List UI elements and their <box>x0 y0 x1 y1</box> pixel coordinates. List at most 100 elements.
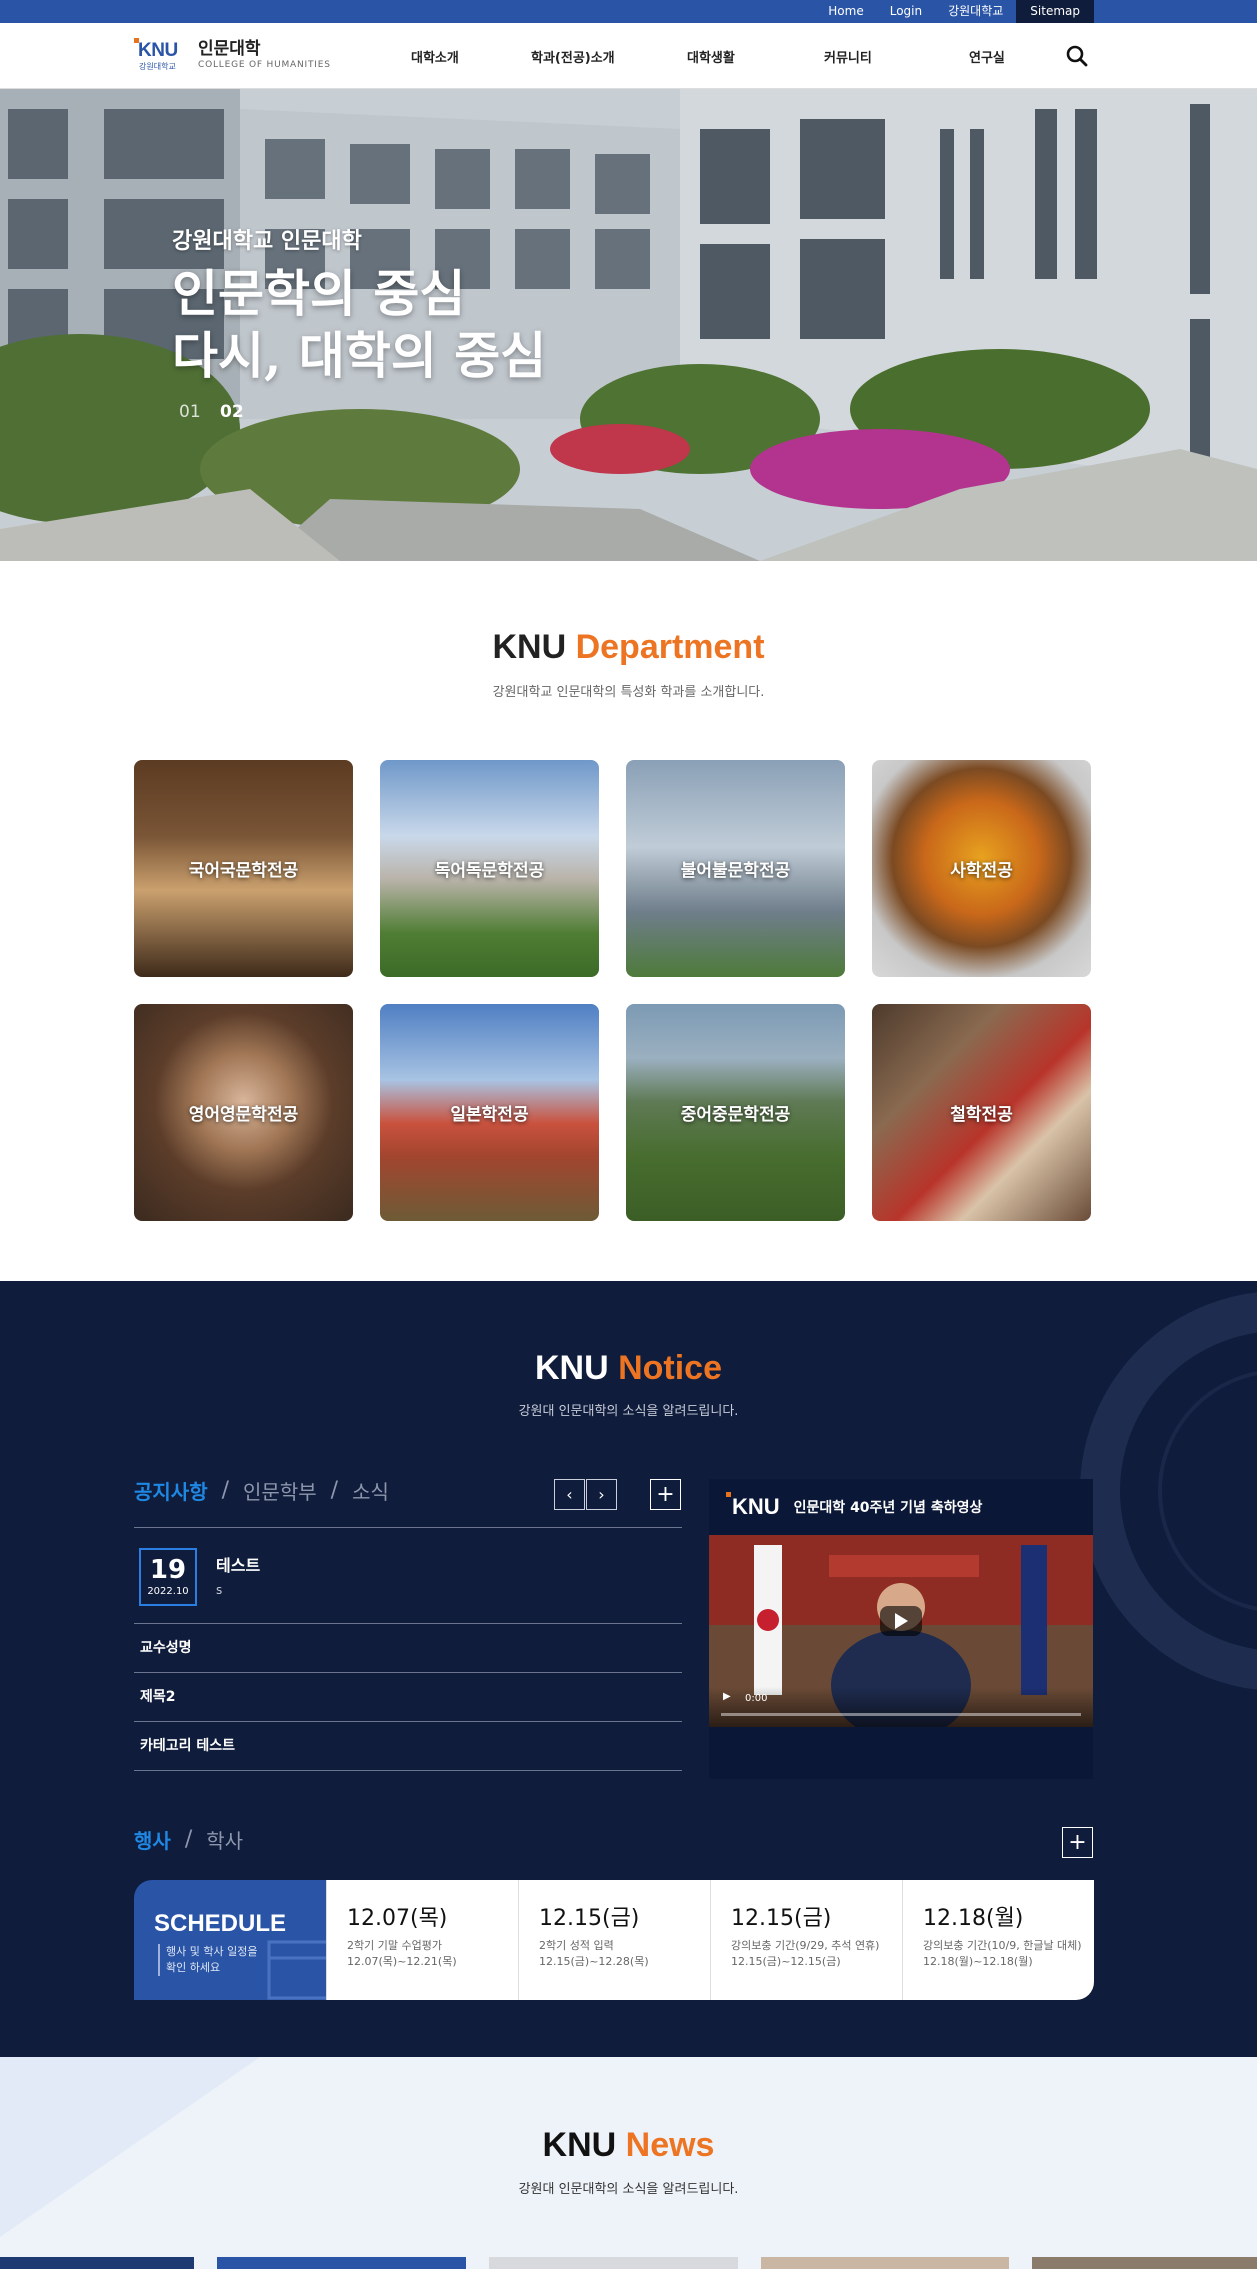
notice-date-day: 19 <box>149 1555 187 1585</box>
logo-college-name: 인문대학 <box>198 38 261 59</box>
schedule-card[interactable]: 12.15(금) 2학기 성적 입력 12.15(금)~12.28(목) <box>518 1880 710 2000</box>
notice-date-box: 19 2022.10 <box>139 1548 197 1606</box>
login-link[interactable]: Login <box>877 0 935 23</box>
tab-humanities[interactable]: 인문학부 <box>243 1476 317 1505</box>
dept-label-german: 독어독문학전공 <box>434 861 545 881</box>
plus-icon: + <box>1068 1830 1087 1855</box>
notice-list: 19 2022.10 테스트 s 교수성명 제목2 카테고리 테스트 <box>134 1527 682 1771</box>
dept-card-english[interactable]: 영어영문학전공 <box>134 1004 353 1221</box>
site-logo[interactable]: KNU 강원대학교 인문대학 COLLEGE OF HUMANITIES <box>134 37 331 73</box>
notice-title-main: KNU <box>534 1349 609 1387</box>
schedule-range: 12.15(금)~12.15(금) <box>731 1955 841 1968</box>
video-header: KNU 인문대학 40주년 기념 축하영상 <box>709 1479 1093 1535</box>
notice-more-button[interactable]: + <box>650 1479 681 1510</box>
tab-academic[interactable]: 학사 <box>206 1825 243 1854</box>
list-item[interactable]: 카테고리 테스트 <box>134 1722 682 1771</box>
chevron-right-icon: › <box>598 1485 605 1504</box>
notice-section-desc: 강원대 인문대학의 소식을 알려드립니다. <box>518 1404 739 1419</box>
hero-subtitle: 강원대학교 인문대학 <box>172 229 362 254</box>
dept-card-french[interactable]: 불어불문학전공 <box>626 760 845 977</box>
dept-card-german[interactable]: 독어독문학전공 <box>380 760 599 977</box>
hero-text: 강원대학교 인문대학 인문학의 중심 다시, 대학의 중심 <box>172 223 546 387</box>
nav-about[interactable]: 대학소개 <box>411 47 459 66</box>
video-player[interactable]: ▶ 0:00 <box>709 1535 1093 1727</box>
news-thumbnail[interactable] <box>761 2257 1009 2269</box>
schedule-date: 12.15(금) <box>731 1906 832 1931</box>
logo-knu-text: KNU <box>138 40 178 61</box>
schedule-card[interactable]: 12.07(목) 2학기 기말 수업평가 12.07(목)~12.21(목) <box>326 1880 518 2000</box>
list-item[interactable]: 제목2 <box>134 1673 682 1722</box>
department-title-main: KNU <box>492 628 567 666</box>
schedule-range: 12.15(금)~12.28(목) <box>539 1955 649 1968</box>
dept-card-philosophy[interactable]: 철학전공 <box>872 1004 1091 1221</box>
news-thumbnail[interactable] <box>489 2257 738 2269</box>
news-section: KNU News 강원대 인문대학의 소식을 알려드립니다. <box>0 2057 1257 2269</box>
schedule-desc: 강의보충 기간(9/29, 추석 연휴) <box>731 1939 880 1952</box>
schedule-card[interactable]: 12.18(월) 강의보충 기간(10/9, 한글날 대체) 12.18(월)~… <box>902 1880 1094 2000</box>
home-link[interactable]: Home <box>815 0 876 23</box>
notice-section-title: KNU Notice <box>0 1349 1257 1388</box>
news-thumbnail[interactable] <box>0 2257 194 2269</box>
logo-college-name-en: COLLEGE OF HUMANITIES <box>198 59 331 70</box>
schedule-title: SCHEDULE <box>154 1910 287 1937</box>
hero-page-2[interactable]: 02 <box>220 402 244 422</box>
nav-community[interactable]: 커뮤니티 <box>824 47 872 66</box>
hero-page-1[interactable]: 01 <box>179 402 201 422</box>
utility-links: Home Login 강원대학교 Sitemap <box>815 0 1094 23</box>
hero-pager: 01 02 <box>179 402 258 422</box>
nav-departments[interactable]: 학과(전공)소개 <box>531 47 615 66</box>
tab-divider: / <box>184 1827 193 1852</box>
news-title-accent: News <box>625 2126 715 2164</box>
notice-title-accent: Notice <box>618 1349 723 1387</box>
list-item[interactable]: 교수성명 <box>134 1624 682 1673</box>
site-header: KNU 강원대학교 인문대학 COLLEGE OF HUMANITIES 대학소… <box>0 23 1257 89</box>
search-icon[interactable] <box>1064 43 1090 69</box>
notice-featured-excerpt: s <box>216 1583 223 1597</box>
dept-label-philosophy: 철학전공 <box>950 1105 1013 1125</box>
news-thumbnail[interactable] <box>217 2257 466 2269</box>
notice-featured-title: 테스트 <box>216 1556 261 1575</box>
news-thumbnail[interactable] <box>1032 2257 1257 2269</box>
plus-icon: + <box>656 1482 675 1507</box>
schedule-range: 12.18(월)~12.18(월) <box>923 1955 1033 1968</box>
video-logo: KNU <box>726 1492 780 1520</box>
play-small-icon[interactable]: ▶ <box>723 1691 731 1702</box>
tab-news[interactable]: 소식 <box>352 1476 389 1505</box>
schedule-card[interactable]: 12.15(금) 강의보충 기간(9/29, 추석 연휴) 12.15(금)~1… <box>710 1880 902 2000</box>
video-progress-bar[interactable] <box>721 1713 1081 1716</box>
university-link[interactable]: 강원대학교 <box>935 0 1016 23</box>
schedule-desc: 2학기 성적 입력 <box>539 1939 614 1952</box>
dept-card-japanese[interactable]: 일본학전공 <box>380 1004 599 1221</box>
hero-banner: 강원대학교 인문대학 인문학의 중심 다시, 대학의 중심 01 02 <box>0 89 1257 561</box>
dept-label-french: 불어불문학전공 <box>680 861 791 881</box>
notice-prev-button[interactable]: ‹ <box>554 1479 585 1510</box>
tab-events[interactable]: 행사 <box>134 1825 171 1854</box>
dept-label-chinese: 중어중문학전공 <box>680 1105 791 1125</box>
schedule-more-button[interactable]: + <box>1062 1827 1093 1858</box>
dept-card-history[interactable]: 사학전공 <box>872 760 1091 977</box>
department-grid: 국어국문학전공 독어독문학전공 불어불문학전공 사학전공 영어영문학전공 일본학… <box>134 760 1092 1221</box>
logo-university-text: 강원대학교 <box>139 62 176 71</box>
tab-divider: / <box>221 1478 230 1503</box>
play-icon[interactable] <box>880 1606 922 1636</box>
nav-campus-life[interactable]: 대학생활 <box>687 47 735 66</box>
dept-card-korean[interactable]: 국어국문학전공 <box>134 760 353 977</box>
sitemap-link[interactable]: Sitemap <box>1016 0 1094 23</box>
dept-card-chinese[interactable]: 중어중문학전공 <box>626 1004 845 1221</box>
event-tabs: 행사 / 학사 <box>134 1825 243 1854</box>
logo-text: 인문대학 COLLEGE OF HUMANITIES <box>198 39 331 72</box>
tab-notice[interactable]: 공지사항 <box>134 1476 208 1505</box>
hero-title-line1: 인문학의 중심 <box>172 264 466 323</box>
calendar-icon <box>267 1940 326 2000</box>
nav-labs[interactable]: 연구실 <box>969 47 1005 66</box>
schedule-range: 12.07(목)~12.21(목) <box>347 1955 457 1968</box>
tab-divider: / <box>330 1478 339 1503</box>
schedule-desc: 강의보충 기간(10/9, 한글날 대체) <box>923 1939 1082 1952</box>
video-time: 0:00 <box>745 1693 768 1704</box>
hero-title-line2: 다시, 대학의 중심 <box>172 326 547 385</box>
notice-next-button[interactable]: › <box>586 1479 617 1510</box>
department-title-accent: Department <box>575 628 765 666</box>
knu-logo-mark: KNU 강원대학교 <box>134 37 190 73</box>
notice-featured-item[interactable]: 19 2022.10 테스트 s <box>134 1528 682 1624</box>
news-section-title: KNU News <box>0 2126 1257 2165</box>
